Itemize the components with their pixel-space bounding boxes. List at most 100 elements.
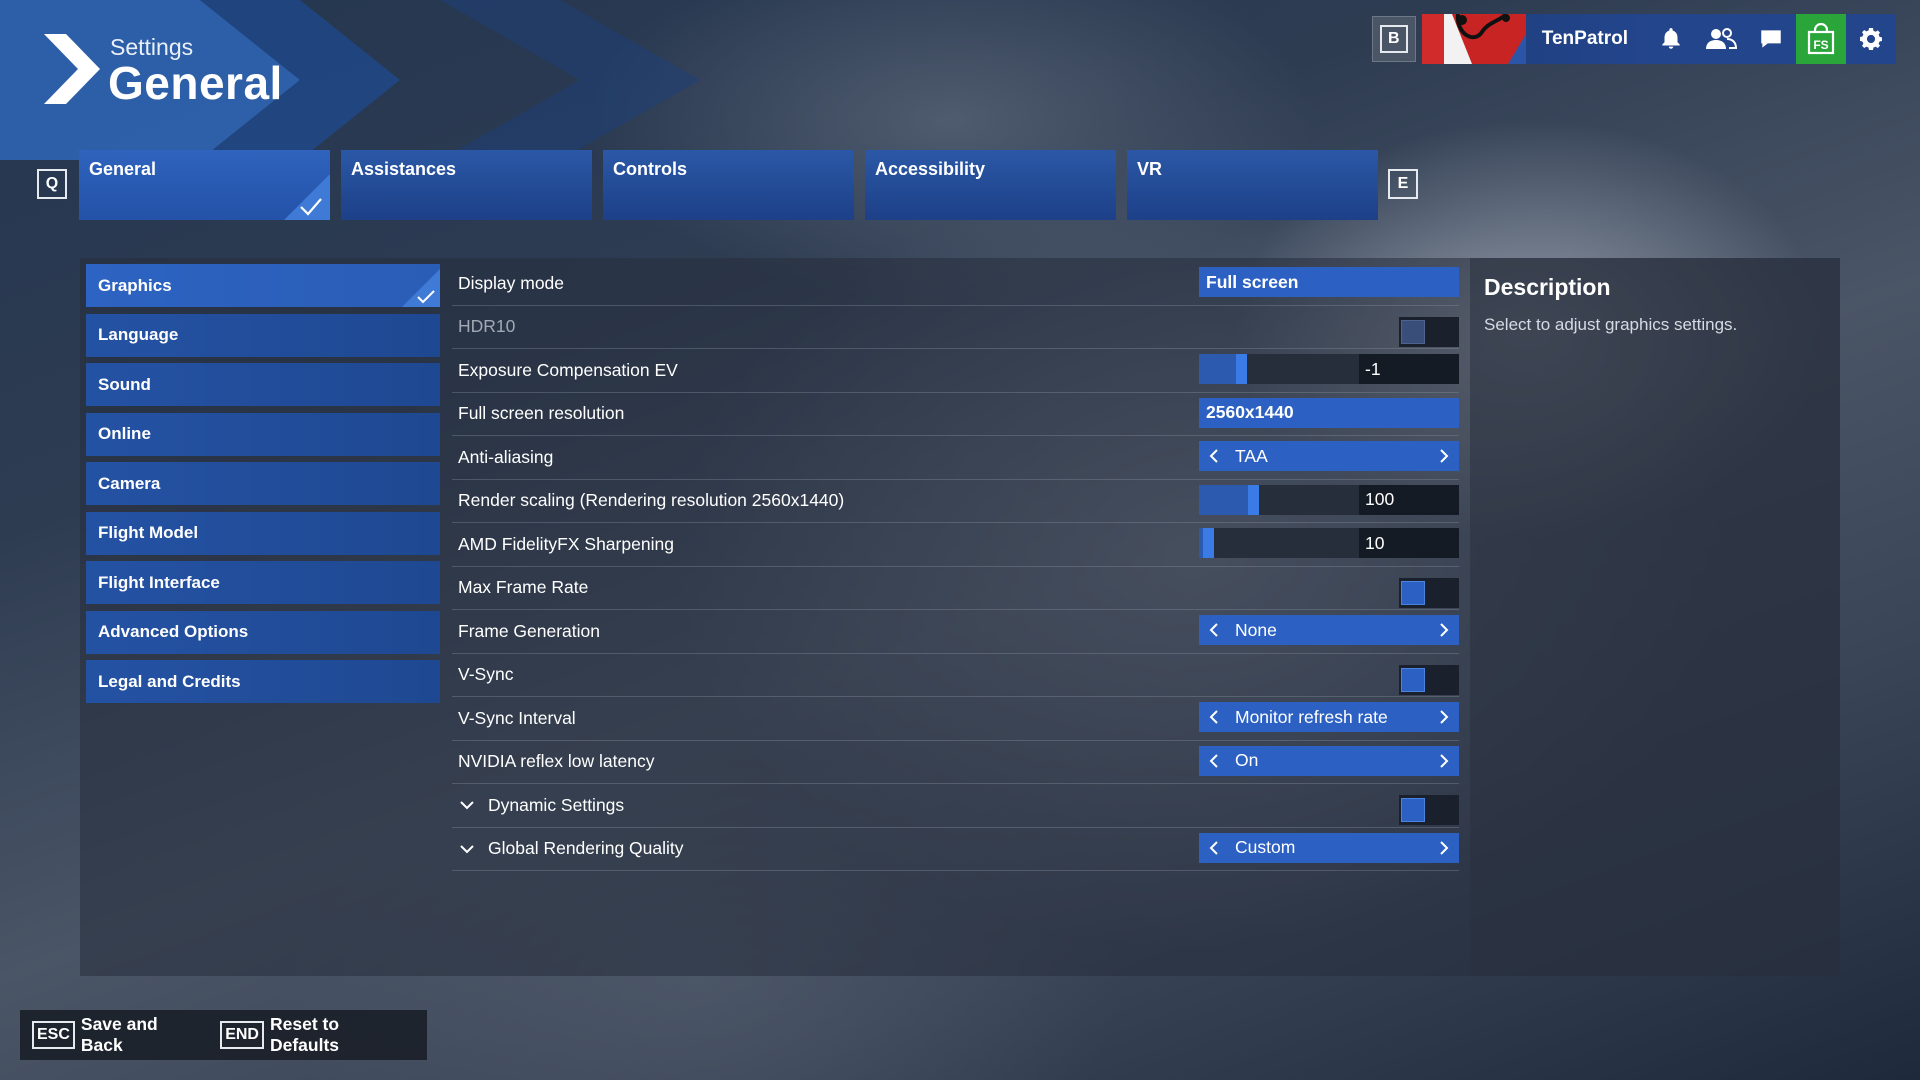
selector-value: TAA — [1235, 445, 1268, 466]
user-profile[interactable]: TenPatrol — [1421, 14, 1646, 64]
setting-row-global-rendering-quality[interactable]: Global Rendering Quality Custom — [452, 828, 1459, 871]
tab-accessibility[interactable]: Accessibility — [865, 150, 1116, 220]
slider-value[interactable]: -1 — [1359, 354, 1459, 384]
sidebar-item-label: Language — [98, 325, 179, 344]
chevron-left-icon[interactable] — [1199, 702, 1229, 732]
sidebar: Graphics Language Sound Online Camera Fl… — [86, 264, 440, 710]
slider-track[interactable] — [1199, 484, 1359, 515]
chevron-left-icon[interactable] — [1199, 746, 1229, 776]
tab-label: Accessibility — [875, 159, 986, 179]
notifications-button[interactable] — [1646, 14, 1696, 64]
b-key-hint[interactable]: B — [1371, 16, 1416, 62]
sidebar-item-label: Online — [98, 424, 151, 443]
save-and-back-button[interactable]: ESC Save and Back — [32, 1014, 190, 1056]
anti-aliasing-selector[interactable]: TAA — [1199, 441, 1459, 471]
sidebar-item-label: Camera — [98, 473, 161, 493]
setting-row-display-mode[interactable]: Display mode Full screen — [452, 262, 1459, 306]
tab-label: Controls — [613, 159, 687, 179]
esc-key-label: ESC — [32, 1021, 75, 1049]
prev-tab-key[interactable]: Q — [37, 169, 67, 199]
slider-thumb[interactable] — [1203, 528, 1214, 558]
toggle-knob — [1401, 667, 1425, 692]
chevron-right-icon[interactable] — [1429, 441, 1459, 471]
sidebar-item-label: Advanced Options — [98, 622, 249, 641]
resolution-button[interactable]: 2560x1440 — [1199, 397, 1459, 428]
setting-row-vsync-interval[interactable]: V-Sync Interval Monitor refresh rate — [452, 697, 1459, 741]
slider-thumb[interactable] — [1236, 354, 1247, 384]
setting-row-dynamic-settings[interactable]: Dynamic Settings — [452, 784, 1459, 828]
display-mode-button[interactable]: Full screen — [1199, 267, 1459, 297]
setting-row-vsync[interactable]: V-Sync — [452, 654, 1459, 697]
hdr10-toggle — [1399, 316, 1459, 347]
slider-fill — [1199, 484, 1254, 515]
checkmark-icon — [300, 198, 322, 216]
sidebar-item-advanced-options[interactable]: Advanced Options — [86, 610, 440, 654]
selector-value: On — [1235, 750, 1259, 770]
setting-row-sharpening[interactable]: AMD FidelityFX Sharpening 10 — [452, 523, 1459, 567]
tab-label: VR — [1137, 159, 1163, 179]
nvidia-reflex-selector[interactable]: On — [1199, 745, 1459, 776]
description-title: Description — [1484, 274, 1611, 300]
chevron-down-icon[interactable] — [458, 840, 476, 858]
tab-vr[interactable]: VR — [1127, 150, 1378, 220]
chevron-right-icon[interactable] — [1429, 746, 1459, 776]
sidebar-item-camera[interactable]: Camera — [86, 462, 440, 505]
prev-tab-key-label: Q — [37, 169, 67, 199]
setting-row-max-frame-rate[interactable]: Max Frame Rate — [452, 567, 1459, 610]
sidebar-item-language[interactable]: Language — [86, 313, 440, 357]
messages-button[interactable] — [1746, 14, 1796, 64]
tab-assistances[interactable]: Assistances — [341, 150, 592, 220]
sidebar-item-flight-interface[interactable]: Flight Interface — [86, 561, 440, 604]
marketplace-button[interactable]: FS — [1796, 14, 1846, 64]
setting-row-render-scaling[interactable]: Render scaling (Rendering resolution 256… — [452, 480, 1459, 523]
setting-label: Max Frame Rate — [458, 577, 589, 598]
sidebar-item-label: Legal and Credits — [98, 671, 241, 691]
sidebar-item-legal-and-credits[interactable]: Legal and Credits — [86, 660, 440, 703]
exposure-slider[interactable]: -1 — [1199, 354, 1459, 384]
friends-icon — [1706, 28, 1738, 49]
setting-row-frame-generation[interactable]: Frame Generation None — [452, 610, 1459, 654]
tab-general[interactable]: General — [79, 150, 330, 220]
shopping-bag-icon: FS — [1807, 23, 1835, 55]
setting-row-hdr10: HDR10 — [452, 306, 1459, 349]
setting-row-nvidia-reflex[interactable]: NVIDIA reflex low latency On — [452, 741, 1459, 784]
chevron-down-icon[interactable] — [458, 796, 476, 814]
chevron-left-icon[interactable] — [1199, 441, 1229, 471]
global-quality-selector[interactable]: Custom — [1199, 832, 1459, 863]
sharpening-slider[interactable]: 10 — [1199, 528, 1459, 558]
vsync-interval-selector[interactable]: Monitor refresh rate — [1199, 702, 1459, 732]
setting-row-anti-aliasing[interactable]: Anti-aliasing TAA — [452, 436, 1459, 480]
next-tab-key[interactable]: E — [1388, 169, 1418, 199]
dynamic-settings-toggle[interactable] — [1399, 795, 1459, 826]
friends-button[interactable] — [1696, 14, 1746, 64]
tab-controls[interactable]: Controls — [603, 150, 854, 220]
chevron-left-icon[interactable] — [1199, 833, 1229, 863]
slider-value[interactable]: 100 — [1359, 484, 1459, 515]
slider-track[interactable] — [1199, 354, 1359, 384]
frame-generation-selector[interactable]: None — [1199, 615, 1459, 645]
render-scaling-slider[interactable]: 100 — [1199, 484, 1459, 515]
vsync-toggle[interactable] — [1399, 664, 1459, 695]
chevron-right-icon[interactable] — [1429, 615, 1459, 645]
slider-value[interactable]: 10 — [1359, 528, 1459, 558]
selector-value: Custom — [1235, 837, 1296, 857]
sidebar-item-graphics[interactable]: Graphics — [86, 264, 440, 307]
max-frame-rate-toggle[interactable] — [1399, 577, 1459, 608]
sidebar-item-label: Sound — [98, 374, 151, 394]
chevron-right-icon[interactable] — [1429, 702, 1459, 732]
chevron-left-icon[interactable] — [1199, 615, 1229, 645]
reset-to-defaults-button[interactable]: END Reset to Defaults — [220, 1014, 397, 1056]
chevron-right-icon[interactable] — [1429, 833, 1459, 863]
chat-icon — [1761, 30, 1781, 48]
slider-thumb[interactable] — [1248, 484, 1259, 515]
setting-row-exposure[interactable]: Exposure Compensation EV -1 — [452, 349, 1459, 393]
sidebar-item-sound[interactable]: Sound — [86, 363, 440, 406]
sidebar-item-label: Flight Model — [98, 523, 199, 542]
slider-track[interactable] — [1199, 528, 1359, 558]
sidebar-item-flight-model[interactable]: Flight Model — [86, 511, 440, 555]
setting-row-resolution[interactable]: Full screen resolution 2560x1440 — [452, 393, 1459, 436]
sidebar-item-label: Graphics — [98, 275, 172, 295]
sidebar-item-online[interactable]: Online — [86, 412, 440, 456]
top-bar: B TenPatrol FS — [1371, 14, 1896, 64]
settings-button[interactable] — [1846, 14, 1896, 64]
